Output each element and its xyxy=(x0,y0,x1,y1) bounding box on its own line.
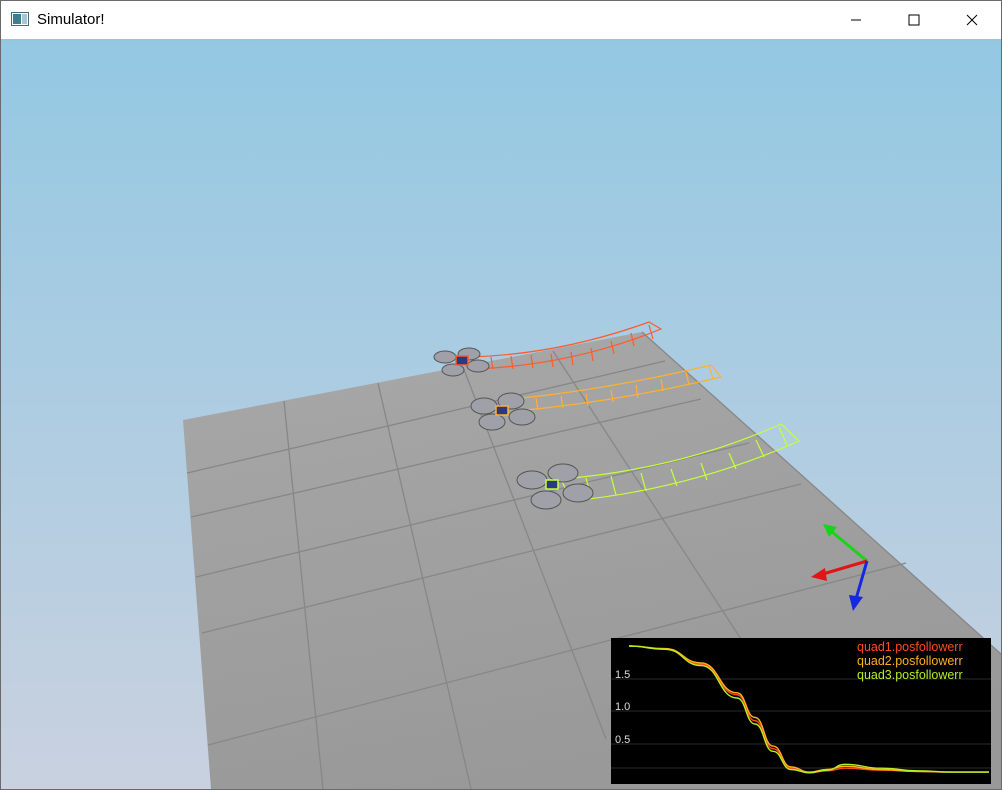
simulator-window: Simulator! 1.5 1.0 0.5 quad1.posfollower… xyxy=(0,0,1002,790)
app-icon xyxy=(11,12,29,26)
legend-quad3: quad3.posfollowerr xyxy=(857,668,963,682)
legend-quad2: quad2.posfollowerr xyxy=(857,654,963,668)
maximize-button[interactable] xyxy=(885,1,943,39)
simulation-viewport[interactable]: 1.5 1.0 0.5 quad1.posfollowerr quad2.pos… xyxy=(1,39,1001,789)
y-tick-1-0: 1.0 xyxy=(615,701,630,713)
minimize-button[interactable] xyxy=(827,1,885,39)
close-button[interactable] xyxy=(943,1,1001,39)
close-icon xyxy=(966,14,978,26)
y-tick-1-5: 1.5 xyxy=(615,669,630,681)
error-plot: 1.5 1.0 0.5 quad1.posfollowerr quad2.pos… xyxy=(611,638,991,784)
minimize-icon xyxy=(851,19,861,21)
window-title: Simulator! xyxy=(37,11,105,28)
title-bar[interactable]: Simulator! xyxy=(1,1,1001,39)
y-tick-0-5: 0.5 xyxy=(615,734,630,746)
legend-quad1: quad1.posfollowerr xyxy=(857,640,963,654)
maximize-icon xyxy=(908,14,920,26)
